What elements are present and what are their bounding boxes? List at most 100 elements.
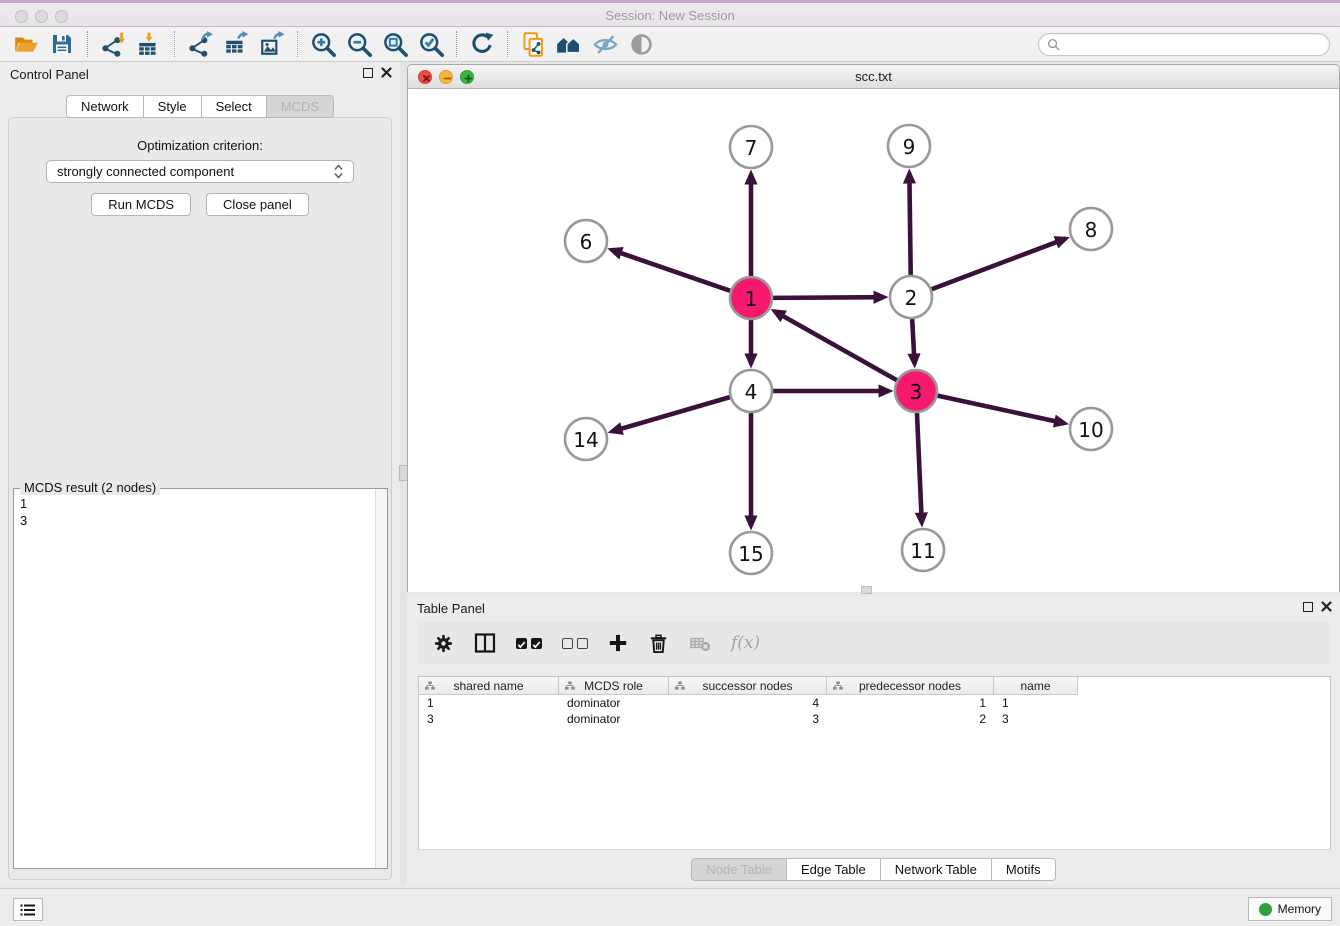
edge-1-6[interactable] [612,250,731,291]
toolbar-separator [507,31,508,57]
open-session-icon[interactable] [10,29,42,59]
graph-edges[interactable] [612,173,1066,526]
select-stepper-icon [334,164,343,179]
cell-predecessor-nodes[interactable]: 1 [827,695,994,711]
table-body: 1dominator4113dominator323 [419,695,1330,727]
import-network-icon[interactable] [97,29,129,59]
close-table-panel-icon[interactable] [1321,601,1332,612]
float-panel-icon[interactable] [363,68,373,78]
function-builder-icon[interactable]: f(x) [731,633,760,653]
search-box[interactable] [1038,33,1330,56]
tab-node-table[interactable]: Node Table [691,858,787,881]
toolbar-separator [456,31,457,57]
refresh-icon[interactable] [466,29,498,59]
task-history-button[interactable] [13,898,43,921]
import-table-icon[interactable] [133,29,165,59]
export-image-icon[interactable] [256,29,288,59]
tab-mcds[interactable]: MCDS [267,95,334,118]
horizontal-splitter-handle[interactable] [861,586,872,594]
criterion-select[interactable]: strongly connected component [46,160,354,183]
tab-network-table[interactable]: Network Table [881,858,992,881]
tab-style[interactable]: Style [144,95,202,118]
control-panel-header: Control Panel [0,62,400,88]
zoom-out-icon[interactable] [343,29,375,59]
cell-mcds-role[interactable]: dominator [559,711,669,727]
settings-gear-icon[interactable] [433,633,454,654]
edge-2-3[interactable] [912,319,914,364]
column-header-successor-nodes[interactable]: successor nodes [669,677,827,695]
table-toolbar: f(x) [417,622,1330,664]
zoom-in-icon[interactable] [307,29,339,59]
node-9[interactable]: 9 [888,125,930,167]
node-4[interactable]: 4 [730,370,772,412]
tab-edge-table[interactable]: Edge Table [787,858,881,881]
select-all-icon[interactable] [516,638,542,649]
cell-shared-name[interactable]: 3 [419,711,559,727]
edge-2-8[interactable] [932,239,1066,290]
node-8[interactable]: 8 [1070,208,1112,250]
delete-column-icon[interactable] [648,633,669,654]
application-window: Session: New Session [0,0,1340,926]
column-header-shared-name[interactable]: shared name [419,677,559,695]
column-header-predecessor-nodes[interactable]: predecessor nodes [827,677,994,695]
export-table-icon[interactable] [220,29,252,59]
delete-table-icon[interactable] [689,632,711,654]
search-icon [1047,38,1060,51]
edge-1-2[interactable] [773,297,884,298]
first-neighbors-icon[interactable] [553,29,585,59]
close-panel-button[interactable]: Close panel [206,193,309,216]
cell-name[interactable]: 1 [994,695,1078,711]
mcds-result-text[interactable]: 1 3 [14,491,374,868]
cell-name[interactable]: 3 [994,711,1078,727]
run-mcds-button[interactable]: Run MCDS [91,193,191,216]
search-input[interactable] [1065,37,1321,51]
table-row[interactable]: 3dominator323 [419,711,1330,727]
cell-predecessor-nodes[interactable]: 2 [827,711,994,727]
zoom-selected-icon[interactable] [415,29,447,59]
mcds-result-scrollbar[interactable] [375,489,387,868]
tab-select[interactable]: Select [202,95,267,118]
node-14[interactable]: 14 [565,418,607,460]
edge-4-14[interactable] [612,397,730,431]
edge-3-1[interactable] [775,311,897,380]
node-7[interactable]: 7 [730,126,772,168]
export-network-icon[interactable] [184,29,216,59]
tab-network[interactable]: Network [66,95,144,118]
column-header-name[interactable]: name [994,677,1078,695]
node-1[interactable]: 1 [730,277,772,319]
close-panel-icon[interactable] [381,67,392,78]
main-toolbar [0,27,1340,62]
zoom-fit-icon[interactable] [379,29,411,59]
node-10[interactable]: 10 [1070,408,1112,450]
appearance-icon[interactable] [625,29,657,59]
node-3[interactable]: 3 [895,370,937,412]
float-table-panel-icon[interactable] [1303,602,1313,612]
column-header-mcds-role[interactable]: MCDS role [559,677,669,695]
node-15[interactable]: 15 [730,532,772,574]
node-2[interactable]: 2 [890,276,932,318]
network-from-selection-icon[interactable] [517,29,549,59]
optimization-criterion-label: Optimization criterion: [9,138,391,153]
cell-shared-name[interactable]: 1 [419,695,559,711]
node-label: 7 [745,136,758,160]
tab-motifs[interactable]: Motifs [992,858,1056,881]
node-6[interactable]: 6 [565,220,607,262]
add-column-icon[interactable] [608,633,628,653]
columns-icon[interactable] [474,632,496,654]
hide-selected-icon[interactable] [589,29,621,59]
edge-3-10[interactable] [937,396,1064,424]
table-row[interactable]: 1dominator411 [419,695,1330,711]
deselect-all-icon[interactable] [562,638,588,649]
node-11[interactable]: 11 [902,529,944,571]
edge-2-9[interactable] [909,173,910,275]
cell-mcds-role[interactable]: dominator [559,695,669,711]
node-table[interactable]: shared nameMCDS rolesuccessor nodesprede… [418,676,1331,850]
save-session-icon[interactable] [46,29,78,59]
memory-button[interactable]: Memory [1248,897,1332,921]
cell-successor-nodes[interactable]: 4 [669,695,827,711]
cell-successor-nodes[interactable]: 3 [669,711,827,727]
network-window-titlebar[interactable]: scc.txt [408,65,1339,89]
network-canvas[interactable]: 7 9 6 8 1 2 4 3 14 10 15 11 [408,89,1339,592]
node-label: 8 [1085,218,1098,242]
edge-3-11[interactable] [917,413,922,523]
